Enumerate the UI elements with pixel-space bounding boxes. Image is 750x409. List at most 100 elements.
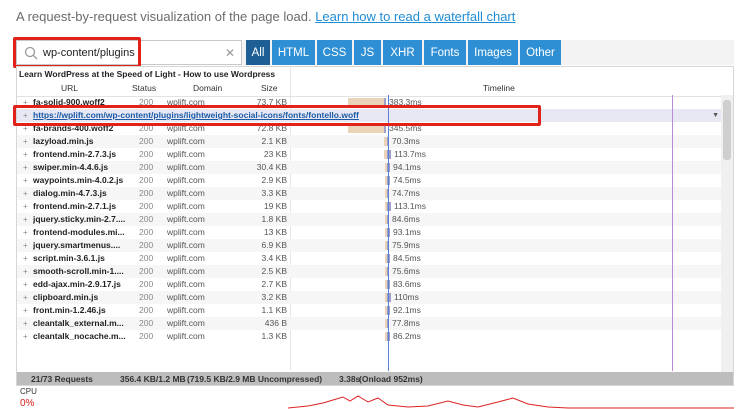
table-row[interactable]: + smooth-scroll.min-1.... 200 wplift.com 2.5… — [17, 265, 721, 278]
request-domain: wplift.com — [167, 318, 205, 328]
table-row[interactable]: + cleantalk_external.m... 200 wplift.com 436… — [17, 317, 721, 330]
table-row[interactable]: + fa-brands-400.woff2 200 wplift.com 72.8 KB… — [17, 122, 721, 135]
request-domain: wplift.com — [167, 162, 205, 172]
tab-css[interactable]: CSS — [317, 40, 352, 65]
request-url[interactable]: edd-ajax.min-2.9.17.js — [33, 278, 143, 291]
request-domain: wplift.com — [167, 97, 205, 107]
table-row[interactable]: + edd-ajax.min-2.9.17.js 200 wplift.com 2.7 … — [17, 278, 721, 291]
expand-icon[interactable]: + — [23, 161, 30, 174]
tab-xhr[interactable]: XHR — [383, 40, 422, 65]
request-status: 200 — [139, 266, 154, 276]
expand-icon[interactable]: + — [23, 226, 30, 239]
request-url[interactable]: cleantalk_nocache.m... — [33, 330, 143, 343]
expand-icon[interactable]: + — [23, 187, 30, 200]
expand-icon[interactable]: + — [23, 135, 30, 148]
request-time: 74.5ms — [393, 175, 421, 185]
request-status: 200 — [139, 305, 154, 315]
request-time: 92.1ms — [393, 305, 421, 315]
selected-request-url[interactable]: https://wplift.com/wp-content/plugins/li… — [33, 109, 373, 122]
table-row[interactable]: + front.min-1.2.46.js 200 wplift.com 1.1 KB 9… — [17, 304, 721, 317]
expand-icon[interactable]: + — [23, 109, 30, 122]
table-row[interactable]: + lazyload.min.js 200 wplift.com 2.1 KB 70.3m… — [17, 135, 721, 148]
expand-icon[interactable]: + — [23, 278, 30, 291]
request-domain: wplift.com — [167, 201, 205, 211]
search-box[interactable]: wp-content/plugins ✕ — [16, 40, 242, 65]
request-url[interactable]: script.min-3.6.1.js — [33, 252, 143, 265]
request-status: 200 — [139, 279, 154, 289]
table-row[interactable]: + clipboard.min.js 200 wplift.com 3.2 KB 110m… — [17, 291, 721, 304]
tab-fonts[interactable]: Fonts — [424, 40, 466, 65]
vertical-scrollbar[interactable] — [721, 95, 733, 372]
table-row[interactable]: + frontend.min-2.7.1.js 200 wplift.com 19 KB… — [17, 200, 721, 213]
request-time: 113.7ms — [394, 149, 426, 159]
table-row[interactable]: + dialog.min-4.7.3.js 200 wplift.com 3.3 KB 7… — [17, 187, 721, 200]
scrollbar-thumb[interactable] — [723, 100, 731, 160]
request-url[interactable]: fa-solid-900.woff2 — [33, 96, 143, 109]
request-url[interactable]: lazyload.min.js — [33, 135, 143, 148]
request-status: 200 — [139, 123, 154, 133]
request-status: 200 — [139, 188, 154, 198]
expand-icon[interactable]: + — [23, 265, 30, 278]
header-url[interactable]: URL — [61, 83, 78, 93]
header-domain[interactable]: Domain — [193, 83, 222, 93]
tab-other[interactable]: Other — [520, 40, 561, 65]
request-url[interactable]: waypoints.min-4.0.2.js — [33, 174, 143, 187]
table-row[interactable]: + script.min-3.6.1.js 200 wplift.com 3.4 KB 8… — [17, 252, 721, 265]
request-url[interactable]: jquery.smartmenus.... — [33, 239, 143, 252]
request-time: 83.6ms — [393, 279, 421, 289]
request-url[interactable]: smooth-scroll.min-1.... — [33, 265, 143, 278]
request-domain: wplift.com — [167, 305, 205, 315]
header-size[interactable]: Size — [261, 83, 278, 93]
search-input[interactable]: wp-content/plugins — [43, 47, 225, 59]
request-size: 1.1 KB — [261, 305, 287, 315]
table-row[interactable]: + frontend-modules.mi... 200 wplift.com 13 K… — [17, 226, 721, 239]
request-url[interactable]: frontend.min-2.7.3.js — [33, 148, 143, 161]
expand-icon[interactable]: + — [23, 304, 30, 317]
header-status[interactable]: Status — [132, 83, 156, 93]
table-row[interactable]: + fa-solid-900.woff2 200 wplift.com 73.7 KB 3… — [17, 96, 721, 109]
request-url[interactable]: frontend-modules.mi... — [33, 226, 143, 239]
table-row[interactable]: + cleantalk_nocache.m... 200 wplift.com 1.3 … — [17, 330, 721, 343]
request-url[interactable]: dialog.min-4.7.3.js — [33, 187, 143, 200]
request-url[interactable]: cleantalk_external.m... — [33, 317, 143, 330]
expand-icon[interactable]: + — [23, 330, 30, 343]
waterfall-help-link[interactable]: Learn how to read a waterfall chart — [315, 9, 515, 24]
chevron-down-icon[interactable]: ▼ — [712, 109, 719, 122]
table-row[interactable]: + jquery.smartmenus.... 200 wplift.com 6.9 K… — [17, 239, 721, 252]
tab-js[interactable]: JS — [354, 40, 381, 65]
request-url[interactable]: clipboard.min.js — [33, 291, 143, 304]
expand-icon[interactable]: + — [23, 239, 30, 252]
table-row[interactable]: + frontend.min-2.7.3.js 200 wplift.com 23 KB… — [17, 148, 721, 161]
table-row[interactable]: + swiper.min-4.4.6.js 200 wplift.com 30.4 KB… — [17, 161, 721, 174]
request-domain: wplift.com — [167, 240, 205, 250]
expand-icon[interactable]: + — [23, 291, 30, 304]
tab-all[interactable]: All — [246, 40, 270, 65]
request-url[interactable]: swiper.min-4.4.6.js — [33, 161, 143, 174]
expand-icon[interactable]: + — [23, 148, 30, 161]
expand-icon[interactable]: + — [23, 96, 30, 109]
request-time: 94.1ms — [393, 162, 421, 172]
tab-images[interactable]: Images — [468, 40, 518, 65]
request-size: 1.3 KB — [261, 331, 287, 341]
request-size: 19 KB — [263, 201, 287, 211]
clear-search-icon[interactable]: ✕ — [225, 46, 235, 60]
request-size: 6.9 KB — [261, 240, 287, 250]
request-status: 200 — [139, 227, 154, 237]
expand-icon[interactable]: + — [23, 174, 30, 187]
expand-icon[interactable]: + — [23, 122, 30, 135]
request-status: 200 — [139, 292, 154, 302]
request-time: 75.6ms — [392, 266, 420, 276]
request-url[interactable]: fa-brands-400.woff2 — [33, 122, 143, 135]
expand-icon[interactable]: + — [23, 200, 30, 213]
table-row-selected[interactable]: + https://wplift.com/wp-content/plugins/l… — [17, 109, 721, 122]
request-url[interactable]: frontend.min-2.7.1.js — [33, 200, 143, 213]
tab-html[interactable]: HTML — [272, 40, 315, 65]
expand-icon[interactable]: + — [23, 213, 30, 226]
request-url[interactable]: front.min-1.2.46.js — [33, 304, 143, 317]
cpu-label: CPU — [20, 387, 37, 396]
request-url[interactable]: jquery.sticky.min-2.7.... — [33, 213, 143, 226]
expand-icon[interactable]: + — [23, 317, 30, 330]
table-row[interactable]: + jquery.sticky.min-2.7.... 200 wplift.com 1… — [17, 213, 721, 226]
expand-icon[interactable]: + — [23, 252, 30, 265]
table-row[interactable]: + waypoints.min-4.0.2.js 200 wplift.com 2.9 … — [17, 174, 721, 187]
